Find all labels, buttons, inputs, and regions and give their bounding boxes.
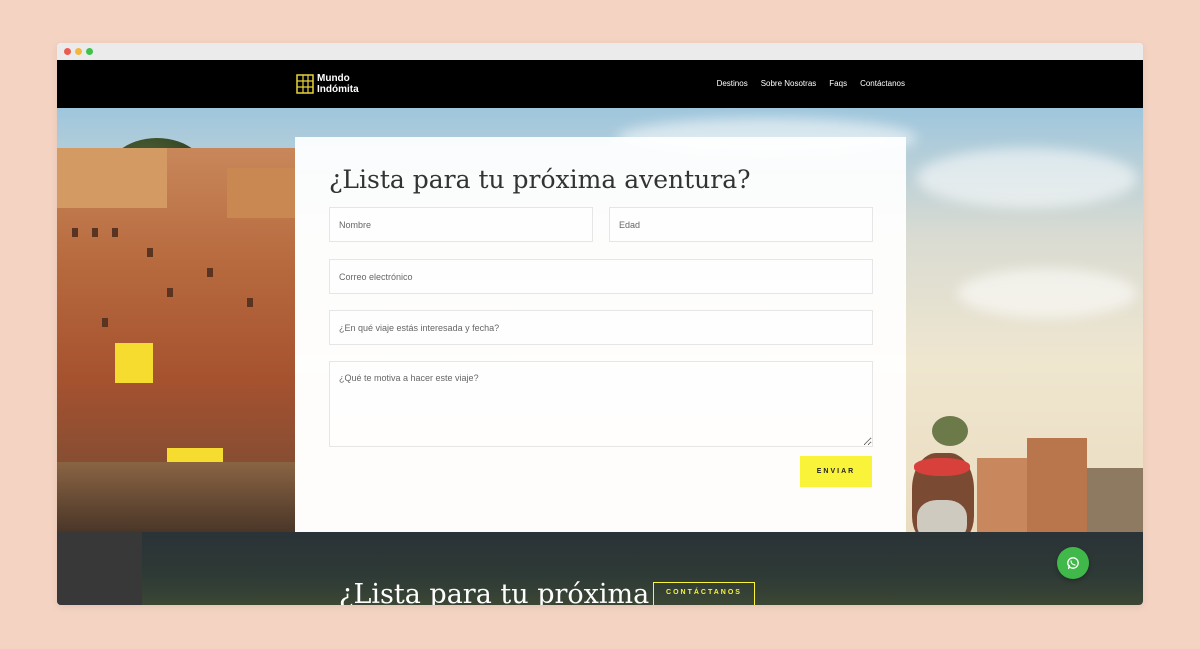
trip-input[interactable] — [329, 310, 873, 345]
whatsapp-button[interactable] — [1057, 547, 1089, 579]
window — [147, 248, 153, 257]
window-chrome — [57, 43, 1143, 60]
contact-form-card: ¿Lista para tu próxima aventura? ENVIAR — [295, 137, 906, 532]
beard — [917, 500, 967, 532]
window — [207, 268, 213, 277]
form-title: ¿Lista para tu próxima aventura? — [329, 165, 751, 194]
window — [92, 228, 98, 237]
name-input[interactable] — [329, 207, 593, 242]
building-top — [57, 148, 167, 208]
logo-text: Mundo Indómita — [317, 73, 359, 95]
age-input[interactable] — [609, 207, 873, 242]
contact-button[interactable]: CONTÁCTANOS — [653, 582, 755, 605]
nav-item-contactanos[interactable]: Contáctanos — [860, 79, 905, 88]
nav-item-faqs[interactable]: Faqs — [829, 79, 847, 88]
browser-window: Mundo Indómita Destinos Sobre Nosotras F… — [57, 43, 1143, 605]
building — [1087, 468, 1143, 532]
nav-item-sobre-nosotras[interactable]: Sobre Nosotras — [761, 79, 817, 88]
nav-item-destinos[interactable]: Destinos — [717, 79, 748, 88]
cloud — [917, 148, 1137, 208]
email-input[interactable] — [329, 259, 873, 294]
window — [102, 318, 108, 327]
cloud — [957, 268, 1137, 318]
maximize-window-dot[interactable] — [86, 48, 93, 55]
motivation-textarea[interactable] — [329, 361, 873, 447]
logo-mark-icon — [296, 74, 314, 94]
window — [112, 228, 118, 237]
cta-dark-panel — [57, 532, 142, 605]
window — [72, 228, 78, 237]
city-left-image — [57, 148, 295, 532]
window — [167, 288, 173, 297]
headband — [914, 458, 970, 476]
close-window-dot[interactable] — [64, 48, 71, 55]
main-nav: Destinos Sobre Nosotras Faqs Contáctanos — [717, 79, 905, 88]
cta-title: ¿Lista para tu próxima — [339, 579, 650, 605]
window — [247, 298, 253, 307]
ghat-steps — [57, 462, 295, 532]
logo[interactable]: Mundo Indómita — [296, 73, 359, 95]
turban — [932, 416, 968, 446]
logo-text-line-1: Mundo — [317, 73, 350, 84]
building — [977, 458, 1027, 532]
cta-section: ¿Lista para tu próxima CONTÁCTANOS — [57, 532, 1143, 605]
logo-text-line-2: Indómita — [317, 84, 359, 95]
yellow-banner — [115, 343, 153, 383]
minimize-window-dot[interactable] — [75, 48, 82, 55]
navbar: Mundo Indómita Destinos Sobre Nosotras F… — [57, 60, 1143, 108]
building-right — [227, 168, 295, 218]
building — [1027, 438, 1087, 532]
submit-button[interactable]: ENVIAR — [800, 456, 872, 487]
whatsapp-icon — [1067, 557, 1079, 570]
